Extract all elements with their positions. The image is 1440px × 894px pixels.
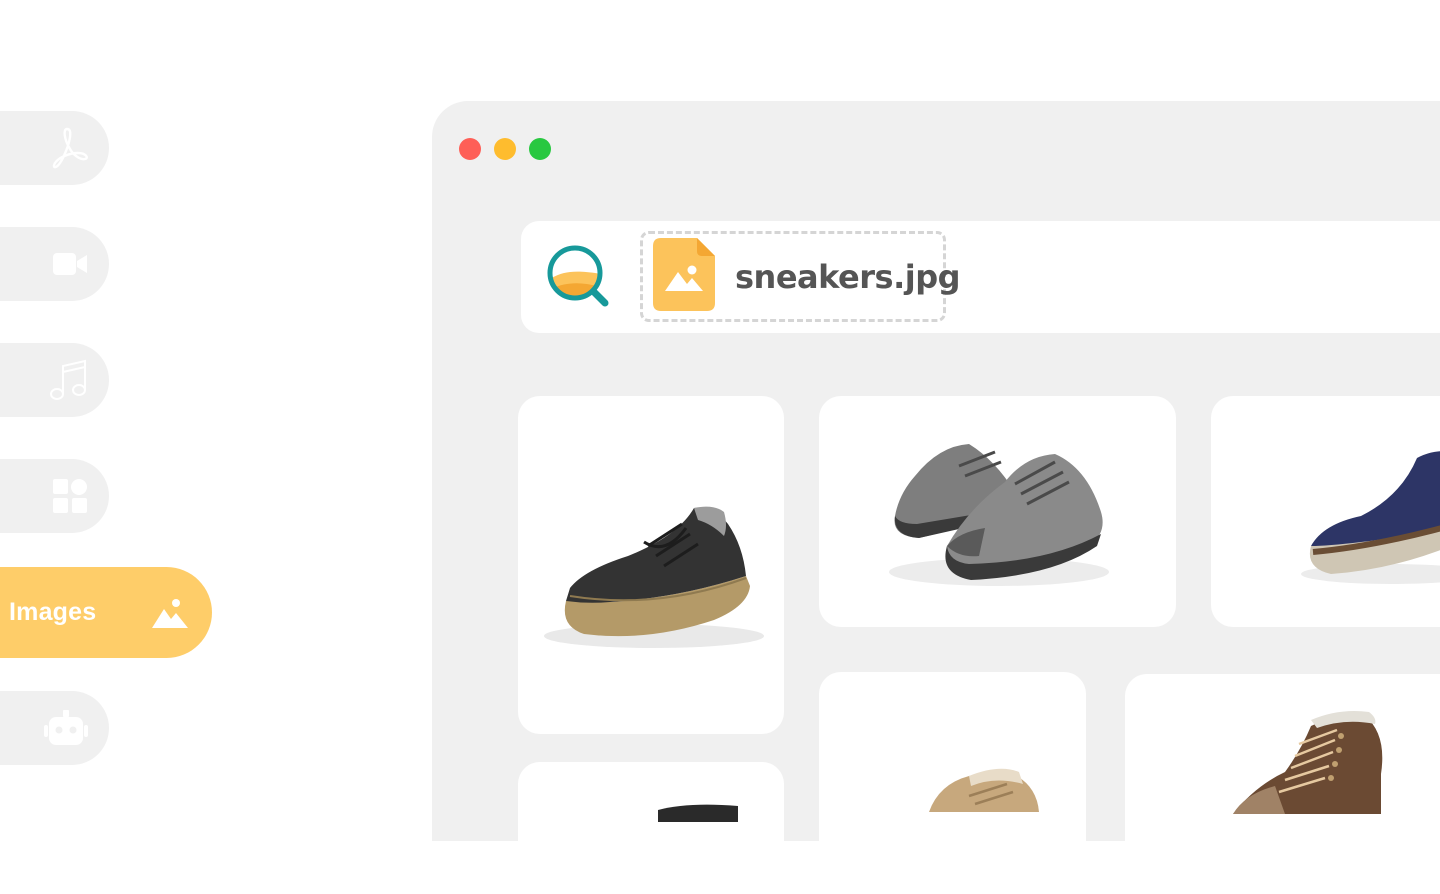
- result-image-brown-hiking-boot: [1233, 711, 1383, 814]
- sidebar-item-video[interactable]: [0, 227, 109, 301]
- sidebar-item-images[interactable]: Images: [0, 567, 212, 658]
- result-card[interactable]: [1125, 674, 1440, 894]
- robot-icon: [43, 708, 89, 748]
- video-camera-icon: [51, 250, 89, 278]
- query-filename: sneakers.jpg: [735, 257, 961, 296]
- search-icon[interactable]: [547, 245, 613, 316]
- query-file-chip[interactable]: sneakers.jpg: [640, 231, 961, 322]
- result-card[interactable]: [518, 762, 784, 882]
- result-image-grey-canvas-sneakers-pair: [889, 444, 1109, 586]
- sidebar-item-ai[interactable]: [0, 691, 109, 765]
- result-card[interactable]: [819, 396, 1176, 627]
- image-file-icon: [653, 237, 715, 316]
- result-image-black-suede-sneaker: [544, 506, 764, 648]
- result-image-navy-slip-on-shoe: [1301, 451, 1440, 584]
- result-card[interactable]: [518, 396, 784, 734]
- image-icon: [150, 596, 190, 630]
- sidebar-item-audio[interactable]: [0, 343, 109, 417]
- apps-grid-icon: [51, 477, 89, 515]
- window-minimize-button[interactable]: [494, 138, 516, 160]
- window-close-button[interactable]: [459, 138, 481, 160]
- sidebar-item-label: Images: [9, 598, 97, 626]
- pdf-icon: [49, 125, 89, 171]
- music-note-icon: [49, 358, 89, 402]
- result-image-tan-sneaker: [929, 768, 1039, 812]
- window-maximize-button[interactable]: [529, 138, 551, 160]
- sidebar-item-apps[interactable]: [0, 459, 109, 533]
- result-card[interactable]: [819, 672, 1086, 892]
- result-card[interactable]: [1211, 396, 1440, 627]
- sidebar-item-pdf[interactable]: [0, 111, 109, 185]
- result-image-black-sneaker: [658, 804, 738, 822]
- search-bar[interactable]: sneakers.jpg: [521, 221, 1440, 333]
